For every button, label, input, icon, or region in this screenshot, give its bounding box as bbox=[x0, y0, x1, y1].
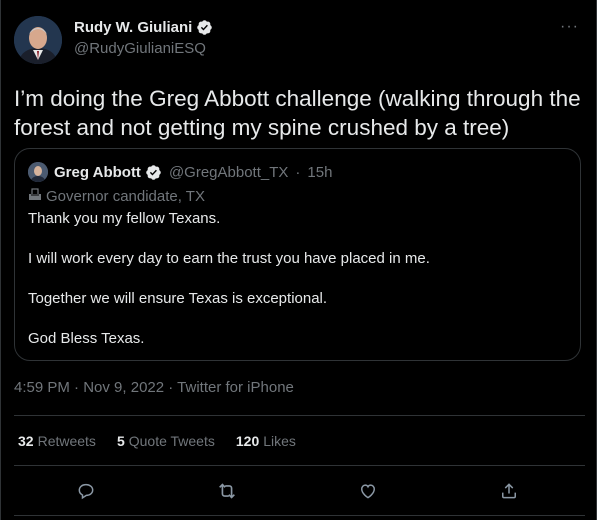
quoted-name: Greg Abbott bbox=[54, 163, 141, 181]
quoted-body: Thank you my fellow Texans. I will work … bbox=[28, 209, 568, 369]
likes-count: 120 bbox=[235, 433, 260, 449]
reply-icon[interactable] bbox=[72, 477, 100, 505]
quoted-separator: · bbox=[295, 163, 301, 181]
divider bbox=[14, 515, 585, 516]
likes-label: Likes bbox=[263, 433, 296, 449]
quoted-paragraph: Thank you my fellow Texans. bbox=[28, 210, 221, 227]
meta-separator: · bbox=[164, 379, 178, 396]
quoted-affiliation: Governor candidate, TX bbox=[28, 187, 205, 205]
retweets-label: Retweets bbox=[37, 433, 96, 449]
tweet-stats: 32 Retweets 5 Quote Tweets 120 Likes bbox=[18, 433, 296, 449]
tweet-meta: 4:59 PM · Nov 9, 2022 · Twitter for iPho… bbox=[14, 379, 294, 396]
likes-stat[interactable]: 120 Likes bbox=[236, 433, 296, 449]
tweet-source[interactable]: Twitter for iPhone bbox=[177, 379, 294, 396]
quoted-time: 15h bbox=[307, 163, 333, 181]
author-handle[interactable]: @RudyGiulianiESQ bbox=[74, 40, 206, 57]
quoted-paragraph: I will work every day to earn the trust … bbox=[28, 250, 430, 267]
quoted-avatar bbox=[28, 162, 48, 182]
quoted-handle: @GregAbbott_TX bbox=[168, 163, 289, 181]
divider bbox=[14, 415, 585, 416]
quote-tweets-stat[interactable]: 5 Quote Tweets bbox=[117, 433, 215, 449]
more-options-icon[interactable]: ··· bbox=[560, 18, 579, 36]
share-icon[interactable] bbox=[495, 477, 523, 505]
author-name-row[interactable]: Rudy W. Giuliani bbox=[74, 19, 213, 36]
retweets-count: 32 bbox=[18, 433, 34, 449]
divider bbox=[14, 465, 585, 466]
heart-icon[interactable] bbox=[354, 477, 382, 505]
quote-tweets-label: Quote Tweets bbox=[128, 433, 215, 449]
ballot-box-icon bbox=[28, 187, 42, 205]
tweet-date[interactable]: Nov 9, 2022 bbox=[83, 379, 164, 396]
retweets-stat[interactable]: 32 Retweets bbox=[18, 433, 96, 449]
tweet-time[interactable]: 4:59 PM bbox=[14, 379, 70, 396]
author-avatar[interactable] bbox=[14, 16, 62, 64]
quote-tweets-count: 5 bbox=[116, 433, 125, 449]
tweet-text: I’m doing the Greg Abbott challenge (wal… bbox=[14, 86, 581, 140]
quoted-paragraph: God Bless Texas. bbox=[28, 330, 145, 347]
tweet-frame: Rudy W. Giuliani @RudyGiulianiESQ ··· I’… bbox=[0, 0, 597, 520]
quoted-affiliation-label: Governor candidate, TX bbox=[46, 187, 205, 205]
tweet-actions bbox=[1, 477, 597, 505]
author-name[interactable]: Rudy W. Giuliani bbox=[74, 19, 192, 36]
quoted-paragraph: Together we will ensure Texas is excepti… bbox=[28, 290, 328, 307]
retweet-icon[interactable] bbox=[213, 477, 241, 505]
verified-badge-icon bbox=[145, 164, 162, 181]
verified-badge-icon bbox=[196, 19, 213, 36]
quoted-header: Greg Abbott @GregAbbott_TX · 15h bbox=[28, 162, 332, 182]
meta-separator: · bbox=[69, 379, 84, 396]
quoted-tweet[interactable]: Greg Abbott @GregAbbott_TX · 15h Governo… bbox=[14, 148, 581, 361]
